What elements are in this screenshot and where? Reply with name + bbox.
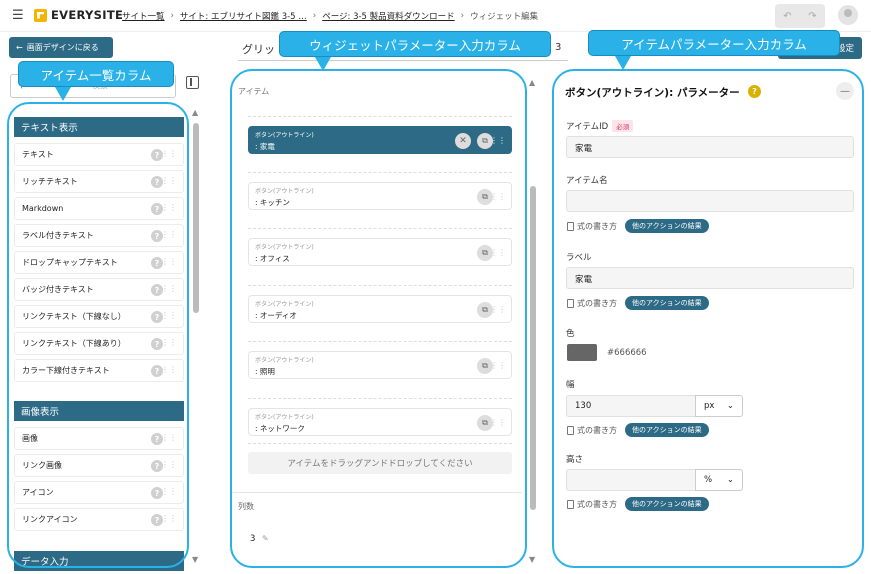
logo[interactable]: EVERYSITE: [34, 8, 123, 22]
breadcrumb-sites[interactable]: サイト一覧: [122, 10, 165, 22]
breadcrumb-current: ウィジェット編集: [470, 12, 539, 22]
breadcrumb-site[interactable]: サイト: エブリサイト図鑑 3-5 …: [180, 10, 307, 22]
breadcrumb-page[interactable]: ページ: 3-5 製品資料ダウンロード: [322, 10, 454, 22]
back-to-design-button[interactable]: ← 画面デザインに戻る: [9, 37, 113, 58]
left-column-highlight: [7, 102, 189, 568]
redo-icon[interactable]: ↷: [808, 11, 816, 22]
right-column-highlight: [552, 69, 864, 568]
arrow-left-icon: ←: [16, 43, 23, 52]
scroll-down-icon[interactable]: ▼: [192, 555, 198, 564]
sidebar-collapse-icon[interactable]: [186, 76, 199, 89]
logo-mark-icon: [34, 8, 47, 22]
callout-left-tail: [55, 87, 71, 101]
chevron-right-icon: ›: [312, 11, 317, 21]
middle-column-highlight: [230, 69, 527, 568]
undo-redo-group: ↶ ↷: [775, 4, 825, 28]
scroll-up-icon[interactable]: ▲: [192, 108, 198, 117]
avatar[interactable]: [838, 5, 858, 25]
callout-middle-tail: [315, 57, 331, 71]
callout-right: アイテムパラメーター入力カラム: [588, 30, 840, 56]
callout-left: アイテム一覧カラム: [18, 61, 174, 87]
chevron-right-icon: ›: [170, 11, 174, 21]
back-label: 画面デザインに戻る: [26, 43, 99, 52]
scroll-up-icon[interactable]: ▲: [529, 78, 535, 87]
chevron-right-icon: ›: [460, 11, 465, 21]
breadcrumb: サイト一覧 › サイト: エブリサイト図鑑 3-5 … › ページ: 3-5 製…: [122, 10, 538, 22]
undo-icon[interactable]: ↶: [783, 11, 791, 22]
left-scrollbar[interactable]: [193, 123, 199, 313]
middle-scrollbar[interactable]: [530, 186, 536, 510]
scroll-down-icon[interactable]: ▼: [529, 555, 535, 564]
logo-text: EVERYSITE: [51, 8, 124, 22]
menu-icon[interactable]: ☰: [12, 8, 24, 23]
widget-title-tail: 3: [555, 42, 562, 53]
callout-right-tail: [615, 56, 631, 70]
callout-middle: ウィジェットパラメーター入力カラム: [279, 31, 551, 57]
